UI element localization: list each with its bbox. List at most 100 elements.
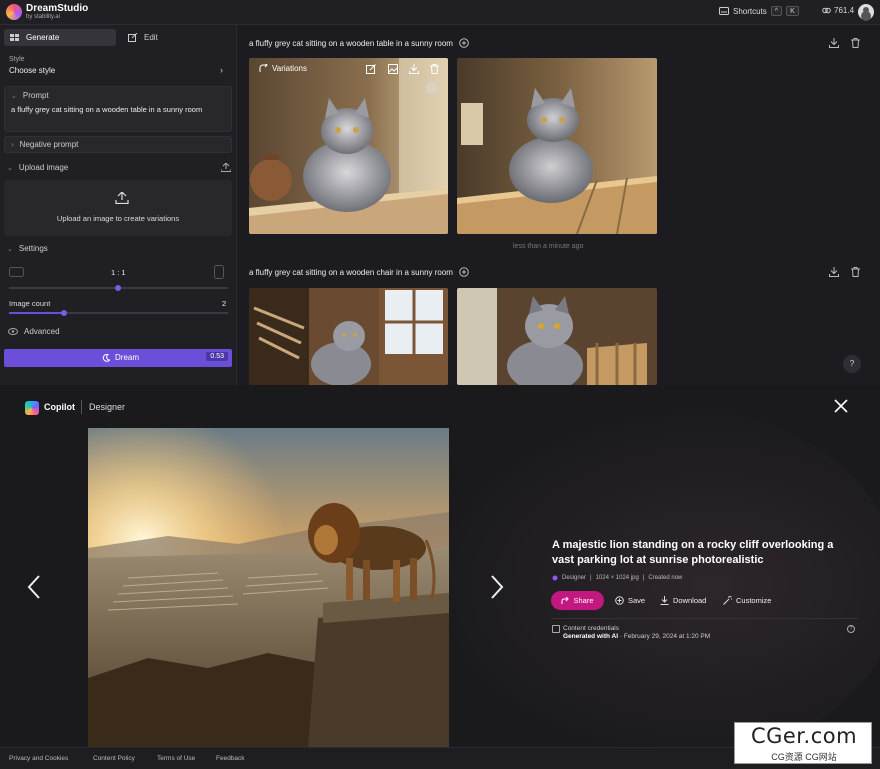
image-meta: Designer | 1024 × 1024 jpg | Created now [552,575,682,581]
generated-image-3[interactable] [249,288,448,385]
image-icon[interactable] [388,64,398,74]
style-select[interactable]: Choose style [9,66,55,75]
shortcuts-label: Shortcuts [733,6,767,16]
topbar: DreamStudio by stability.ai Shortcuts ^ … [0,0,880,25]
download-icon[interactable] [829,267,839,277]
trash-icon[interactable] [851,267,860,277]
footer-link-content-policy[interactable]: Content Policy [93,755,135,762]
lion-cliff-picture [88,428,449,748]
chevron-down-icon: ⌄ [7,164,13,172]
aspect-ratio-knob[interactable] [115,285,121,291]
upload-label: Upload image [18,163,69,172]
upload-small-icon[interactable] [221,163,231,172]
portrait-ratio-icon[interactable] [214,265,224,279]
chevron-down-icon: ⌄ [7,245,13,253]
advanced-toggle[interactable]: Advanced [8,327,60,336]
tab-edit[interactable]: Edit [122,29,234,46]
download-image-icon[interactable] [409,64,419,74]
credentials-title: Content credentials [563,625,620,632]
image-title: A majestic lion standing on a rocky clif… [552,539,834,566]
landscape-ratio-icon[interactable] [9,267,24,277]
prompt-label: Prompt [22,91,49,100]
generated-image-2[interactable] [457,58,657,234]
save-icon [615,596,624,605]
credentials-generated: Generated with AI [563,633,619,640]
next-arrow-icon[interactable] [489,574,505,600]
dreamstudio-logo [6,4,22,20]
tab-generate[interactable]: Generate [4,29,116,46]
credits-display[interactable]: 761.4 [822,6,854,15]
image-count-knob[interactable] [61,310,67,316]
cat-chair-image-1 [249,288,448,385]
header-divider [81,400,82,414]
prompt-header[interactable]: ⌄ Prompt [11,91,49,100]
credentials-divider [551,618,858,619]
tab-generate-label: Generate [26,33,60,42]
watermark-bottom: CG资源 CG网站 [771,752,837,762]
variations-button[interactable]: Variations [259,64,307,73]
content-credentials-icon [552,625,560,633]
share-button[interactable]: Share [551,591,604,610]
help-button[interactable]: ? [843,355,861,373]
copilot-brand: Copilot [44,402,75,412]
dreamstudio-window: DreamStudio by stability.ai Shortcuts ^ … [0,0,880,385]
meta-sep: | [590,575,592,581]
image-count-value: 2 [222,299,227,308]
shortcuts-button[interactable]: Shortcuts ^ K [719,6,799,16]
cat-table-image-2 [457,58,657,234]
aspect-ratio-value: 1 : 1 [111,268,126,277]
trash-icon[interactable] [851,38,860,48]
dream-button-content: Dream [102,353,139,362]
designer-badge-icon [552,575,558,581]
add-circle-icon[interactable] [459,267,469,277]
generated-image-1[interactable]: Variations [249,58,448,234]
save-label: Save [628,596,646,605]
gallery: a fluffy grey cat sitting on a wooden ta… [238,25,880,385]
info-icon[interactable]: ? [847,625,855,633]
generation-prompt-2: a fluffy grey cat sitting on a wooden ch… [249,267,453,277]
generation-prompt-1: a fluffy grey cat sitting on a wooden ta… [249,38,453,48]
style-label: Style [9,56,25,63]
dream-label: Dream [115,353,140,362]
keyboard-icon [719,7,729,15]
upload-header[interactable]: ⌄ Upload image [7,163,68,172]
settings-label: Settings [18,244,48,253]
prompt-input[interactable]: a fluffy grey cat sitting on a wooden ta… [11,104,226,115]
add-circle-icon[interactable] [459,38,469,48]
previous-arrow-icon[interactable] [26,574,42,600]
customize-label: Customize [736,596,772,605]
negative-prompt-header[interactable]: › Negative prompt [11,140,78,149]
cat-table-image-1 [249,58,448,234]
upscale-icon[interactable] [425,81,439,95]
delete-image-icon[interactable] [430,64,439,74]
generate-icon [10,33,19,41]
copilot-logo [25,401,39,415]
share-icon [561,596,570,604]
generated-image-4[interactable] [457,288,657,385]
tab-edit-label: Edit [144,33,158,42]
shortcut-key-ctrl: ^ [770,6,783,16]
save-button[interactable]: Save [615,596,645,605]
brand-subtitle: by stability.ai [26,14,60,20]
customize-wand-icon [723,596,732,605]
close-icon[interactable] [833,398,849,414]
download-icon[interactable] [829,38,839,48]
share-label: Share [573,596,594,605]
edit-image-icon[interactable] [366,64,376,74]
sidebar: Generate Edit Style Choose style › ⌄ Pro… [0,25,237,385]
credits-value: 761.4 [834,6,855,15]
download-button[interactable]: Download [660,596,706,605]
upload-dropzone[interactable]: Upload an image to create variations [4,180,232,236]
footer-link-privacy[interactable]: Privacy and Cookies [9,755,68,762]
negative-prompt-label: Negative prompt [19,140,79,149]
chevron-right-icon: › [220,65,223,75]
dream-button[interactable]: Dream 0.53 [4,349,232,367]
meta-created: Created now [648,575,683,581]
cat-chair-image-2 [457,288,657,385]
footer-link-feedback[interactable]: Feedback [216,755,245,762]
user-avatar[interactable] [858,4,874,20]
footer-link-terms[interactable]: Terms of Use [157,755,195,762]
generated-lion-image[interactable] [88,428,449,748]
settings-header[interactable]: ⌄ Settings [7,244,48,253]
customize-button[interactable]: Customize [723,596,771,605]
